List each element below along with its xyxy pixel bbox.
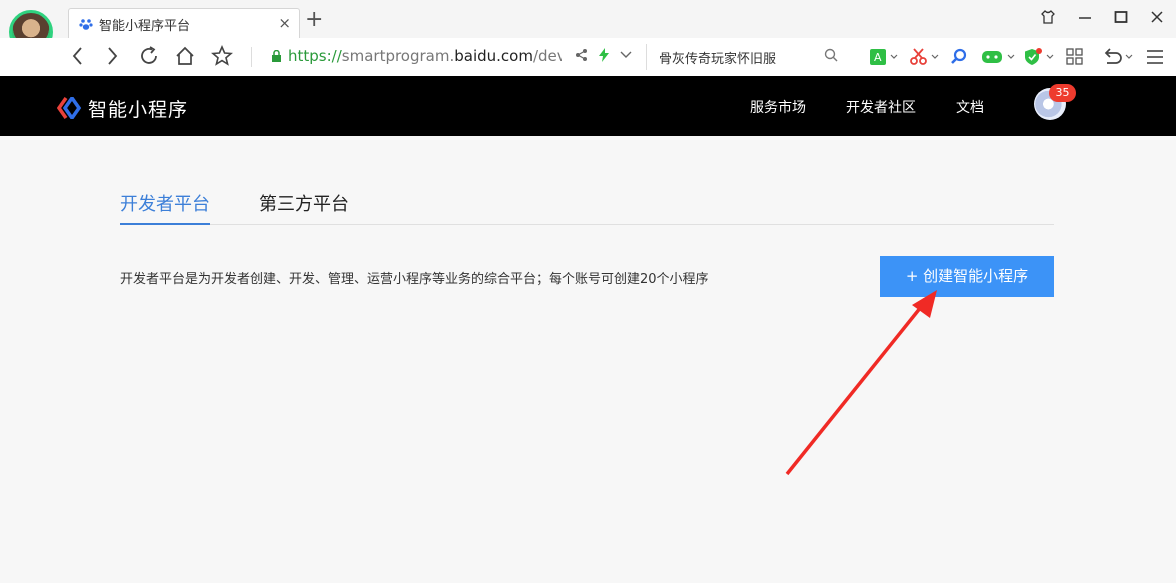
home-icon[interactable] bbox=[174, 45, 196, 71]
chevron-down-icon[interactable] bbox=[620, 48, 632, 66]
close-window-icon[interactable] bbox=[1150, 9, 1164, 29]
site-header: 智能小程序 服务市场 开发者社区 文档 35 bbox=[0, 76, 1176, 136]
browser-tab-title: 智能小程序平台 bbox=[99, 19, 191, 34]
url-subdomain: smartprogram. bbox=[341, 47, 455, 65]
create-smart-program-button[interactable]: + 创建智能小程序 bbox=[880, 256, 1054, 297]
share-icon[interactable] bbox=[575, 48, 588, 66]
site-brand[interactable]: 智能小程序 bbox=[88, 95, 188, 122]
nav-service-market[interactable]: 服务市场 bbox=[750, 97, 806, 117]
search-box[interactable]: 骨灰传奇玩家怀旧服 bbox=[646, 44, 846, 70]
gamepad-icon[interactable] bbox=[982, 48, 1016, 70]
smart-program-logo-icon[interactable] bbox=[57, 97, 81, 119]
undo-icon[interactable] bbox=[1102, 48, 1136, 70]
browser-tab[interactable]: 智能小程序平台 × bbox=[68, 8, 300, 39]
apps-grid-icon[interactable] bbox=[1066, 48, 1084, 70]
address-bar-url[interactable]: https://smartprogram.baidu.com/develop bbox=[288, 47, 562, 65]
search-input[interactable]: 骨灰传奇玩家怀旧服 bbox=[659, 48, 776, 67]
url-domain: baidu.com bbox=[454, 47, 533, 65]
lock-icon bbox=[272, 50, 281, 62]
notification-badge[interactable]: 35 bbox=[1049, 84, 1076, 102]
browser-chrome: 智能小程序平台 × + https://smartprogram.baidu.c… bbox=[0, 0, 1176, 76]
back-icon[interactable] bbox=[70, 45, 86, 71]
scissors-icon[interactable] bbox=[910, 48, 940, 70]
shield-icon[interactable] bbox=[1024, 48, 1056, 70]
nav-docs[interactable]: 文档 bbox=[956, 97, 984, 117]
menu-icon[interactable] bbox=[1146, 48, 1164, 70]
platform-description: 开发者平台是为开发者创建、开发、管理、运营小程序等业务的综合平台；每个账号可创建… bbox=[120, 272, 709, 287]
refresh-icon[interactable] bbox=[138, 45, 160, 71]
new-tab-button[interactable]: + bbox=[305, 9, 323, 31]
maximize-icon[interactable] bbox=[1114, 9, 1128, 29]
magnifier-icon[interactable] bbox=[950, 48, 968, 70]
browser-nav-bar: https://smartprogram.baidu.com/develop 骨… bbox=[0, 38, 1176, 76]
tab-third-party-platform[interactable]: 第三方平台 bbox=[259, 190, 349, 216]
browser-tab-bar: 智能小程序平台 × + bbox=[0, 0, 1176, 54]
svg-text:A: A bbox=[874, 51, 882, 64]
translate-icon[interactable]: A bbox=[870, 48, 898, 70]
address-separator bbox=[251, 47, 252, 67]
platform-tabs: 开发者平台 第三方平台 bbox=[120, 186, 1054, 225]
nav-developer-community[interactable]: 开发者社区 bbox=[846, 97, 916, 117]
url-protocol: https:// bbox=[288, 47, 342, 65]
tab-developer-platform[interactable]: 开发者平台 bbox=[120, 190, 210, 216]
star-icon[interactable] bbox=[211, 44, 233, 71]
forward-icon[interactable] bbox=[104, 45, 120, 71]
active-tab-indicator bbox=[120, 223, 210, 225]
minimize-icon[interactable] bbox=[1078, 9, 1092, 29]
tab-close-icon[interactable]: × bbox=[278, 14, 291, 32]
baidu-paw-icon bbox=[79, 19, 93, 30]
search-icon[interactable] bbox=[824, 48, 838, 66]
url-path: /develop bbox=[532, 47, 562, 65]
lightning-icon[interactable] bbox=[598, 48, 610, 66]
shirt-icon[interactable] bbox=[1040, 9, 1056, 29]
